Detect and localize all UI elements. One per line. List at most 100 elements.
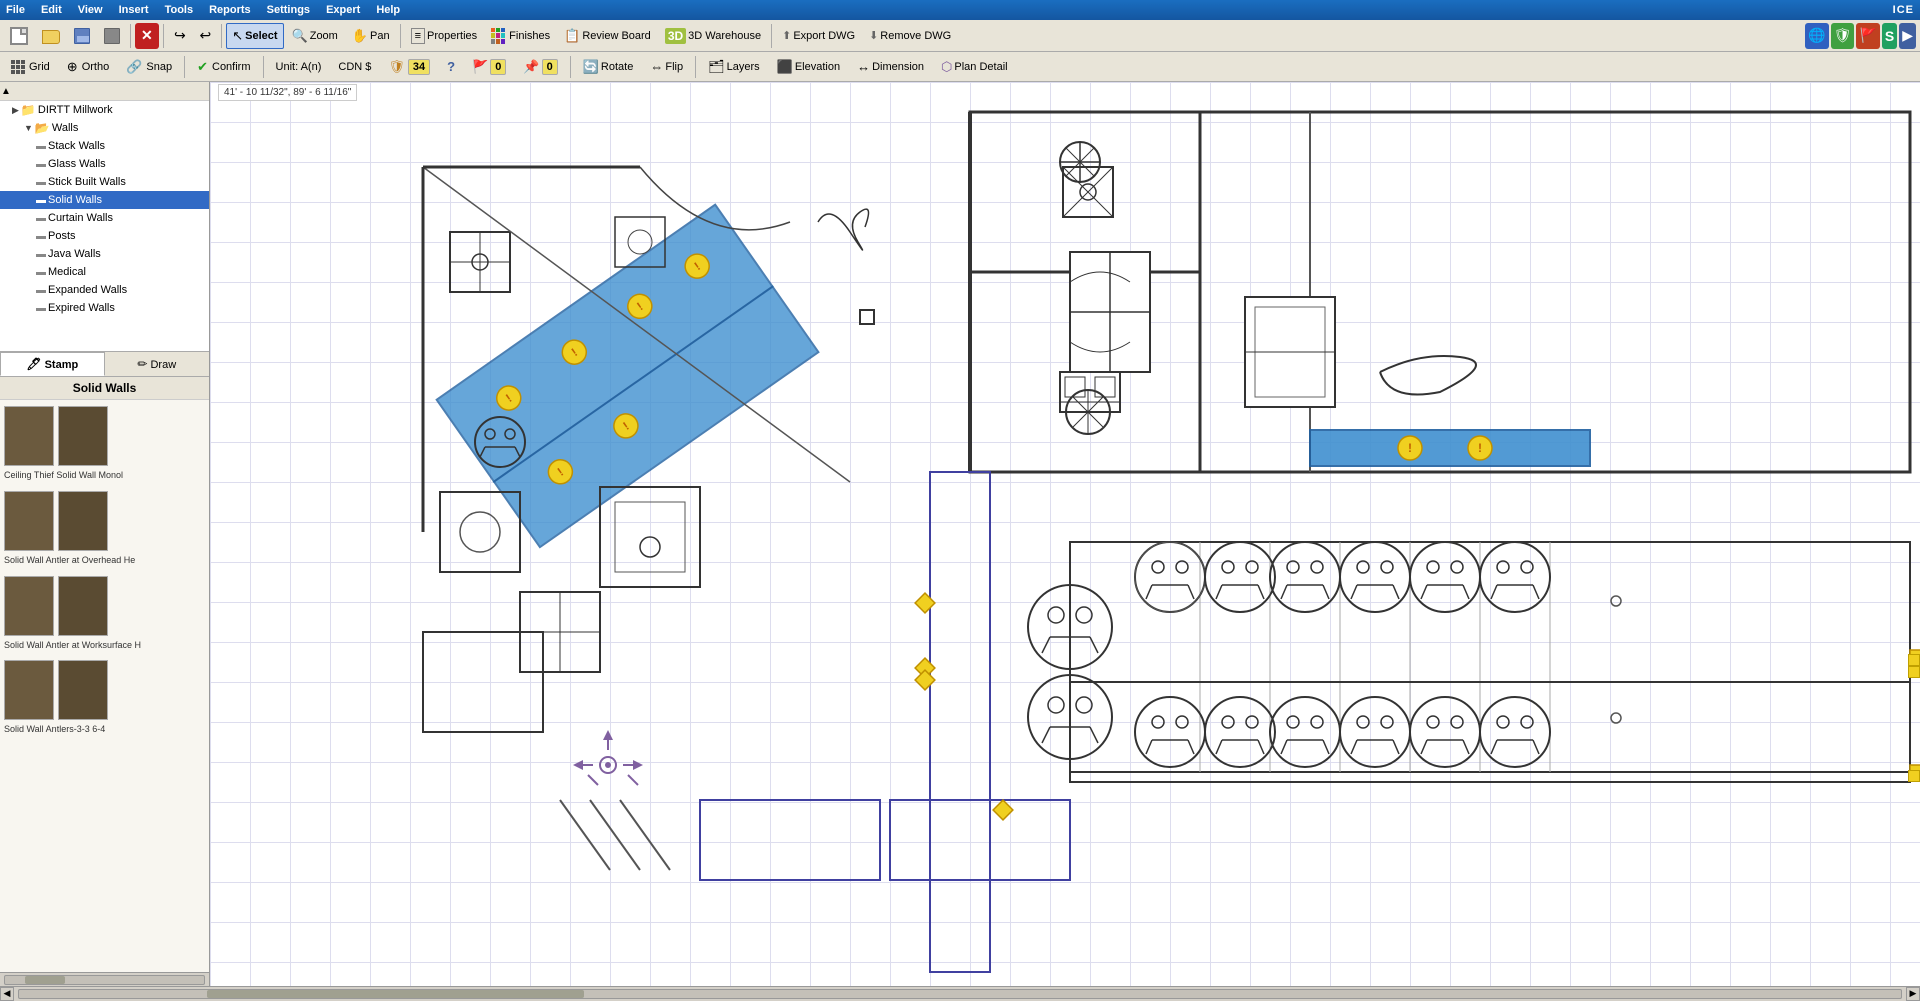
help-button[interactable]: ?: [440, 55, 462, 79]
grid-label: Grid: [29, 61, 50, 73]
count-button[interactable]: 🛡 34: [381, 55, 437, 79]
horizontal-scroll-thumb[interactable]: [207, 990, 583, 998]
select-button[interactable]: ↖ Select: [226, 23, 283, 49]
stamp-tab[interactable]: 🖊 Stamp: [0, 352, 105, 376]
menu-view[interactable]: View: [78, 4, 103, 16]
count2-button[interactable]: 🚩 0: [465, 55, 513, 79]
undo-button[interactable]: ↩: [168, 23, 192, 49]
right-marker-1[interactable]: [1908, 654, 1920, 666]
s-circle-button[interactable]: S: [1882, 23, 1897, 49]
menu-settings[interactable]: Settings: [267, 4, 310, 16]
flag3-icon: 📌: [523, 59, 539, 75]
grid-button[interactable]: Grid: [4, 55, 57, 79]
wall-row-antler-ws: [4, 576, 205, 636]
rotate-button[interactable]: 🔄 Rotate: [576, 55, 641, 79]
finishes-button[interactable]: Finishes: [485, 23, 556, 49]
canvas-area[interactable]: 41' - 10 11/32", 89' - 6 11/16": [210, 82, 1920, 986]
globe-button[interactable]: 🌐: [1805, 23, 1828, 49]
count3-button[interactable]: 📌 0: [516, 55, 564, 79]
remove-icon: ⬇: [869, 29, 878, 42]
save-button[interactable]: [68, 23, 96, 49]
plan-detail-button[interactable]: ⬡ Plan Detail: [934, 55, 1015, 79]
pan-button[interactable]: ✋ Pan: [346, 23, 396, 49]
menu-reports[interactable]: Reports: [209, 4, 251, 16]
wall-swatch-antler-oh-2[interactable]: [58, 491, 108, 551]
globe-icon: 🌐: [1808, 27, 1825, 44]
flag-icon: 🚩: [1859, 27, 1876, 44]
left-panel-scrollbar[interactable]: [0, 972, 209, 986]
new-button[interactable]: [4, 23, 34, 49]
menu-tools[interactable]: Tools: [165, 4, 194, 16]
tree-item-posts[interactable]: ▬ Posts: [0, 227, 209, 245]
save-icon: [74, 28, 90, 44]
tree-collapse-all[interactable]: ▲: [0, 82, 12, 100]
export-icon: ⬆: [782, 29, 791, 42]
menu-edit[interactable]: Edit: [41, 4, 62, 16]
menu-file[interactable]: File: [6, 4, 25, 16]
scroll-right-button[interactable]: ▶: [1906, 987, 1920, 1001]
nav-sep-3: [570, 56, 571, 78]
tree-item-stick-built[interactable]: ▬ Stick Built Walls: [0, 173, 209, 191]
tree-panel: ▲ ▶ 📁 DIRTT Millwork ▼ 📂 Walls ▬ Stack W…: [0, 82, 209, 352]
menu-help[interactable]: Help: [376, 4, 400, 16]
snap-button[interactable]: 🔗 Snap: [119, 55, 179, 79]
tree-item-glass-walls[interactable]: ▬ Glass Walls: [0, 155, 209, 173]
tree-item-expired-walls[interactable]: ▬ Expired Walls: [0, 299, 209, 317]
remove-dwg-button[interactable]: ⬇ Remove DWG: [863, 23, 957, 49]
properties-button[interactable]: ≡ Properties: [405, 23, 484, 49]
3d-warehouse-button[interactable]: 3D 3D Warehouse: [659, 23, 767, 49]
menu-expert[interactable]: Expert: [326, 4, 360, 16]
nav-sep-4: [695, 56, 696, 78]
wall-swatch-ceiling-2[interactable]: [58, 406, 108, 466]
wall-swatch-antler-ws-1[interactable]: [4, 576, 54, 636]
s-circle-icon: S: [1885, 28, 1894, 44]
tree-item-java-walls[interactable]: ▬ Java Walls: [0, 245, 209, 263]
elevation-button[interactable]: ⬛ Elevation: [770, 55, 847, 79]
left-scroll-track[interactable]: [4, 975, 205, 985]
elevation-icon: ⬛: [777, 59, 793, 75]
flag-button[interactable]: 🚩: [1856, 23, 1879, 49]
stick-built-label: Stick Built Walls: [48, 176, 126, 188]
wall-swatch-antlers-33-2[interactable]: [58, 660, 108, 720]
left-scroll-thumb[interactable]: [25, 976, 65, 984]
horizontal-scroll-track[interactable]: [18, 989, 1902, 999]
bottom-scrollbar[interactable]: ◀ ▶: [0, 986, 1920, 1000]
ceiling-thief-label: Ceiling Thief Solid Wall Monol: [4, 468, 205, 483]
dimension-button[interactable]: ↔ Dimension: [850, 55, 931, 79]
export-dwg-button[interactable]: ⬆ Export DWG: [776, 23, 861, 49]
tree-item-solid-walls[interactable]: ▬ Solid Walls: [0, 191, 209, 209]
menu-insert[interactable]: Insert: [119, 4, 149, 16]
scroll-left-button[interactable]: ◀: [0, 987, 14, 1001]
main-toolbar: ✕ ↩ ↩ ↖ Select 🔍 Zoom ✋ Pan ≡ Properties…: [0, 20, 1920, 52]
review-board-button[interactable]: 📋 Review Board: [558, 23, 657, 49]
print-button[interactable]: [98, 23, 126, 49]
right-marker-3[interactable]: [1908, 770, 1920, 782]
wall-swatch-ceiling-1[interactable]: [4, 406, 54, 466]
tree-item-expanded-walls[interactable]: ▬ Expanded Walls: [0, 281, 209, 299]
draw-tab[interactable]: ✏ Draw: [105, 352, 210, 376]
posts-label: Posts: [48, 230, 76, 242]
wall-swatch-antlers-33-1[interactable]: [4, 660, 54, 720]
wall-swatch-antler-ws-2[interactable]: [58, 576, 108, 636]
confirm-button[interactable]: ✔ Confirm: [190, 55, 257, 79]
tree-item-dirtt[interactable]: ▶ 📁 DIRTT Millwork: [0, 101, 209, 119]
tree-item-medical[interactable]: ▬ Medical: [0, 263, 209, 281]
tree-item-curtain-walls[interactable]: ▬ Curtain Walls: [0, 209, 209, 227]
flip-button[interactable]: ⇔ Flip: [643, 55, 690, 79]
ortho-button[interactable]: ⊕ Ortho: [60, 55, 116, 79]
right-marker-2[interactable]: [1908, 666, 1920, 678]
open-button[interactable]: [36, 23, 66, 49]
wall-swatch-antler-oh-1[interactable]: [4, 491, 54, 551]
pan-label: Pan: [370, 30, 390, 42]
tree-item-stack-walls[interactable]: ▬ Stack Walls: [0, 137, 209, 155]
close-button[interactable]: ✕: [135, 23, 159, 49]
extra-button[interactable]: ▶: [1899, 23, 1916, 49]
stamp-icon: 🖊: [26, 357, 41, 371]
zoom-button[interactable]: 🔍 Zoom: [286, 23, 344, 49]
tree-item-walls[interactable]: ▼ 📂 Walls: [0, 119, 209, 137]
toolbar-sep-2: [163, 24, 164, 48]
layers-button[interactable]: 🗂 Layers: [701, 55, 767, 79]
glass-walls-label: Glass Walls: [48, 158, 106, 170]
shield-button[interactable]: 🛡: [1831, 23, 1855, 49]
redo-button[interactable]: ↩: [193, 23, 217, 49]
